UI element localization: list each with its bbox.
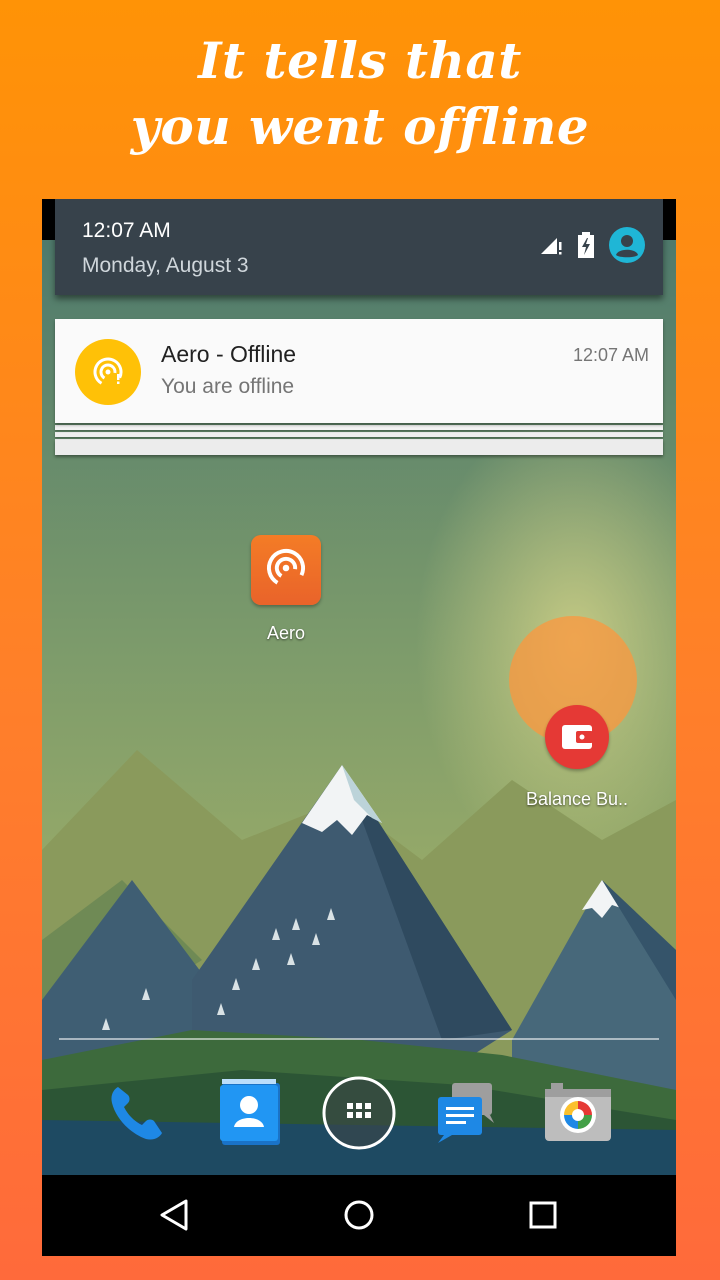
- dock-phone[interactable]: [100, 1075, 176, 1151]
- app-label-balance-buddy: Balance Bu..: [525, 789, 629, 809]
- navigation-bar: [42, 1175, 676, 1256]
- dock-divider: [59, 1038, 659, 1040]
- status-icons: [539, 227, 645, 263]
- app-aero[interactable]: [251, 535, 321, 605]
- notification-title: Aero - Offline: [161, 341, 297, 367]
- wallet-icon: [562, 725, 593, 749]
- notification-time: 12:07 AM: [572, 345, 649, 365]
- headline-line-1: It tells that: [198, 31, 522, 90]
- home-icon[interactable]: [337, 1193, 381, 1237]
- notification-stack-edge: [55, 439, 663, 455]
- app-drawer-icon: [322, 1076, 396, 1150]
- camera-icon: [545, 1083, 611, 1141]
- notification-aero-offline[interactable]: Aero - Offline You are offline 12:07 AM: [55, 319, 663, 423]
- app-label-aero: Aero: [266, 623, 306, 643]
- notification-stack-edge: [55, 432, 663, 437]
- messenger-icon: [438, 1083, 494, 1143]
- dock-contacts[interactable]: [212, 1075, 288, 1151]
- shade-date[interactable]: Monday, August 3: [82, 254, 249, 278]
- notification-stack-edge: [55, 425, 663, 430]
- dock-camera[interactable]: [539, 1075, 615, 1151]
- user-avatar-icon[interactable]: [609, 227, 645, 263]
- headline-line-2: you went offline: [130, 97, 590, 156]
- phone-icon: [111, 1087, 162, 1140]
- aero-signal-icon: [75, 339, 141, 405]
- app-balance-buddy[interactable]: [545, 705, 609, 769]
- aero-signal-icon: [266, 548, 306, 588]
- contacts-icon: [220, 1079, 280, 1145]
- promo-headline: It tells that you went offline: [0, 28, 720, 160]
- recents-icon[interactable]: [521, 1193, 565, 1237]
- back-icon[interactable]: [152, 1193, 196, 1237]
- dock-app-drawer[interactable]: [321, 1075, 397, 1151]
- shade-time: 12:07 AM: [82, 219, 171, 242]
- battery-charging-icon: [578, 232, 594, 258]
- notification-shade-header[interactable]: 12:07 AM Monday, August 3: [55, 199, 663, 295]
- signal-no-sim-icon: [541, 238, 562, 255]
- dock-messenger[interactable]: [428, 1075, 504, 1151]
- phone-screen: 12:07 AM Monday, August 3 Aero - Offline…: [42, 199, 676, 1256]
- notification-text: You are offline: [161, 375, 295, 398]
